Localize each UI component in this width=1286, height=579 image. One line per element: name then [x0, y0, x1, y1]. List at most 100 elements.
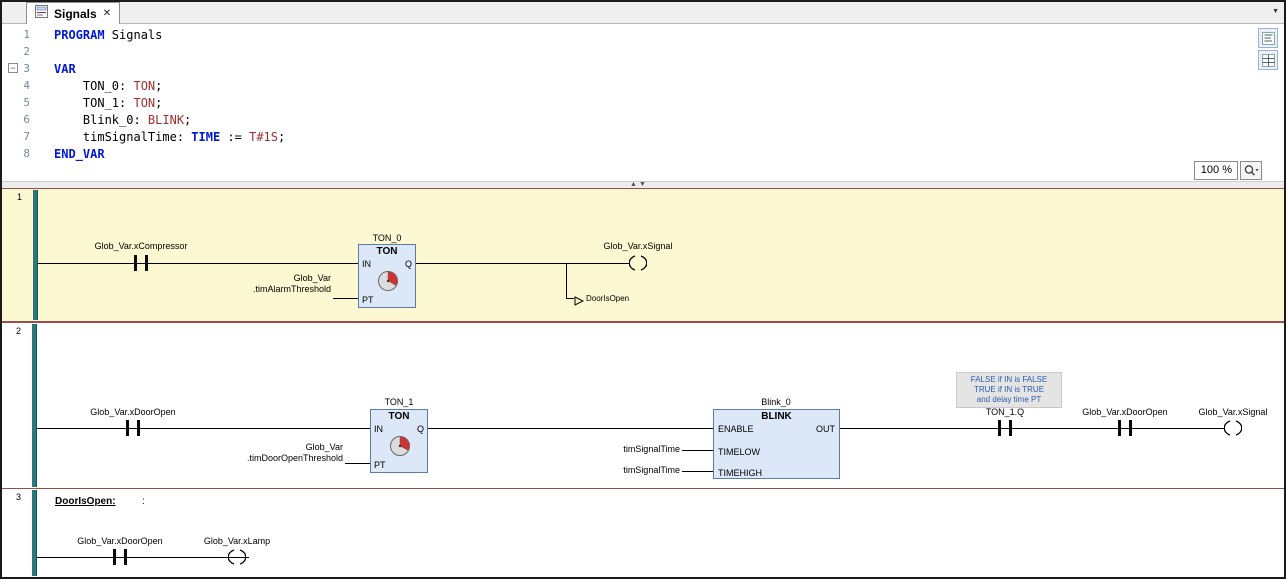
code-text: :=: [220, 130, 249, 144]
network-1[interactable]: 1 Glob_Var.xCompressor TON_0 TON IN Q PT…: [0, 188, 1286, 322]
ton-block[interactable]: TON IN Q PT: [358, 244, 416, 308]
contact-bar-icon: [137, 420, 140, 436]
code-line: 1 PROGRAM Signals: [0, 26, 162, 43]
coil-icon: [629, 254, 647, 272]
fb-instance-name[interactable]: TON_1: [349, 397, 449, 407]
declaration-editor[interactable]: 1 PROGRAM Signals 2 3 VAR 4 TON_0: TON; …: [0, 24, 1286, 180]
fb-type-name: TON: [371, 411, 427, 422]
contact-bar-icon: [1118, 420, 1121, 436]
tooltip-line: TRUE if IN is TRUE: [959, 385, 1059, 395]
pt-operand-line2[interactable]: .timDoorOpenThreshold: [200, 453, 343, 463]
table-grid-icon: [1262, 54, 1275, 67]
fb-type-name: TON: [359, 246, 415, 257]
network-label-colon: :: [142, 496, 145, 507]
fold-collapse-icon[interactable]: −: [8, 63, 18, 73]
coil[interactable]: [629, 254, 647, 272]
tabular-view-button[interactable]: [1258, 50, 1278, 70]
coil-operand[interactable]: Glob_Var.xLamp: [178, 536, 296, 546]
code-text: ;: [278, 130, 285, 144]
tooltip-line: and delay time PT: [959, 395, 1059, 405]
line-number: 5: [0, 96, 46, 109]
pin-pt: PT: [374, 460, 386, 470]
splitter-up-icon[interactable]: ▲: [630, 181, 639, 188]
tab-close-icon[interactable]: ✕: [103, 8, 111, 19]
line-number: 4: [0, 79, 46, 92]
wire: [682, 450, 713, 451]
fb-instance-name[interactable]: TON_0: [337, 233, 437, 243]
pin-out: OUT: [816, 424, 835, 434]
contact[interactable]: [1113, 420, 1137, 436]
timelow-operand[interactable]: timSignalTime: [580, 444, 680, 454]
network-number: 3: [16, 492, 21, 502]
line-number: 1: [0, 28, 46, 41]
coil-operand[interactable]: Glob_Var.xSignal: [1163, 407, 1286, 417]
coil[interactable]: [228, 548, 246, 566]
wire: [333, 298, 358, 299]
editor-window: Signals ✕ ▼ 1 PROGRAM Signals 2 3 VAR 4 …: [0, 0, 1286, 579]
contact-operand[interactable]: Glob_Var.xCompressor: [61, 241, 221, 251]
jump-target-label[interactable]: DoorIsOpen: [586, 294, 629, 303]
coil-icon: [228, 548, 246, 566]
code-line: 4 TON_0: TON;: [0, 77, 162, 94]
contact-bar-icon: [113, 549, 116, 565]
network-number: 1: [17, 192, 22, 202]
code-text: TON_1:: [54, 96, 133, 110]
wire: [428, 428, 713, 429]
contact[interactable]: [129, 255, 153, 271]
timer-clock-icon: [377, 270, 399, 297]
line-number: 7: [0, 130, 46, 143]
code-line: 8 END_VAR: [0, 145, 105, 162]
fb-instance-name[interactable]: Blink_0: [716, 397, 836, 407]
line-number: 3: [0, 62, 46, 75]
network-label[interactable]: DoorIsOpen:: [55, 496, 116, 507]
textual-view-button[interactable]: [1258, 28, 1278, 48]
code-text: timSignalTime:: [54, 130, 191, 144]
coil-icon: [1224, 419, 1242, 437]
power-rail: [33, 190, 38, 320]
pou-icon: [35, 5, 48, 23]
contact[interactable]: [108, 549, 132, 565]
ton-block[interactable]: TON IN Q PT: [370, 409, 428, 473]
code-text: TON_0:: [54, 79, 133, 93]
pin-enable: ENABLE: [718, 424, 754, 434]
code-type: BLINK: [148, 113, 184, 127]
pin-q: Q: [405, 259, 412, 269]
code-line: 7 timSignalTime: TIME := T#1S;: [0, 128, 285, 145]
network-2[interactable]: 2 Glob_Var.xDoorOpen TON_1 TON IN Q PT G…: [0, 322, 1286, 488]
coil[interactable]: [1224, 419, 1242, 437]
pane-splitter[interactable]: ▲▼: [0, 181, 1286, 188]
pt-operand-line1[interactable]: Glob_Var: [191, 273, 331, 283]
zoom-button[interactable]: [1240, 161, 1262, 180]
network-number: 2: [16, 326, 21, 336]
tab-overflow-icon[interactable]: ▼: [1272, 8, 1279, 15]
timehigh-operand[interactable]: timSignalTime: [580, 465, 680, 475]
contact-operand[interactable]: Glob_Var.xDoorOpen: [48, 407, 218, 417]
pin-in: IN: [362, 259, 371, 269]
wire: [38, 263, 358, 264]
jump-icon[interactable]: [574, 293, 584, 311]
coil-operand[interactable]: Glob_Var.xSignal: [568, 241, 708, 251]
code-keyword: END_VAR: [54, 147, 105, 161]
tab-signals[interactable]: Signals ✕: [26, 2, 120, 24]
splitter-down-icon[interactable]: ▼: [639, 181, 648, 188]
pt-operand-line2[interactable]: .timAlarmThreshold: [191, 284, 331, 294]
wire: [416, 263, 629, 264]
contact[interactable]: [121, 420, 145, 436]
tab-title: Signals: [54, 7, 97, 21]
tooltip-line: FALSE if IN is FALSE: [959, 375, 1059, 385]
wire: [37, 428, 370, 429]
code-keyword: VAR: [54, 62, 76, 76]
magnifier-icon: [1243, 164, 1259, 178]
contact[interactable]: [993, 420, 1017, 436]
contact-bar-icon: [1129, 420, 1132, 436]
wire: [682, 471, 713, 472]
code-type: TON: [133, 96, 155, 110]
code-type: TON: [133, 79, 155, 93]
pt-operand-line1[interactable]: Glob_Var: [200, 442, 343, 452]
branch-wire: [566, 263, 567, 298]
blink-block[interactable]: BLINK ENABLE OUT TIMELOW TIMEHIGH: [713, 409, 840, 479]
network-3[interactable]: 3 DoorIsOpen: : Glob_Var.xDoorOpen Glob_…: [0, 488, 1286, 577]
zoom-level-field[interactable]: 100 %: [1194, 161, 1238, 180]
wire: [566, 298, 574, 299]
contact-bar-icon: [126, 420, 129, 436]
